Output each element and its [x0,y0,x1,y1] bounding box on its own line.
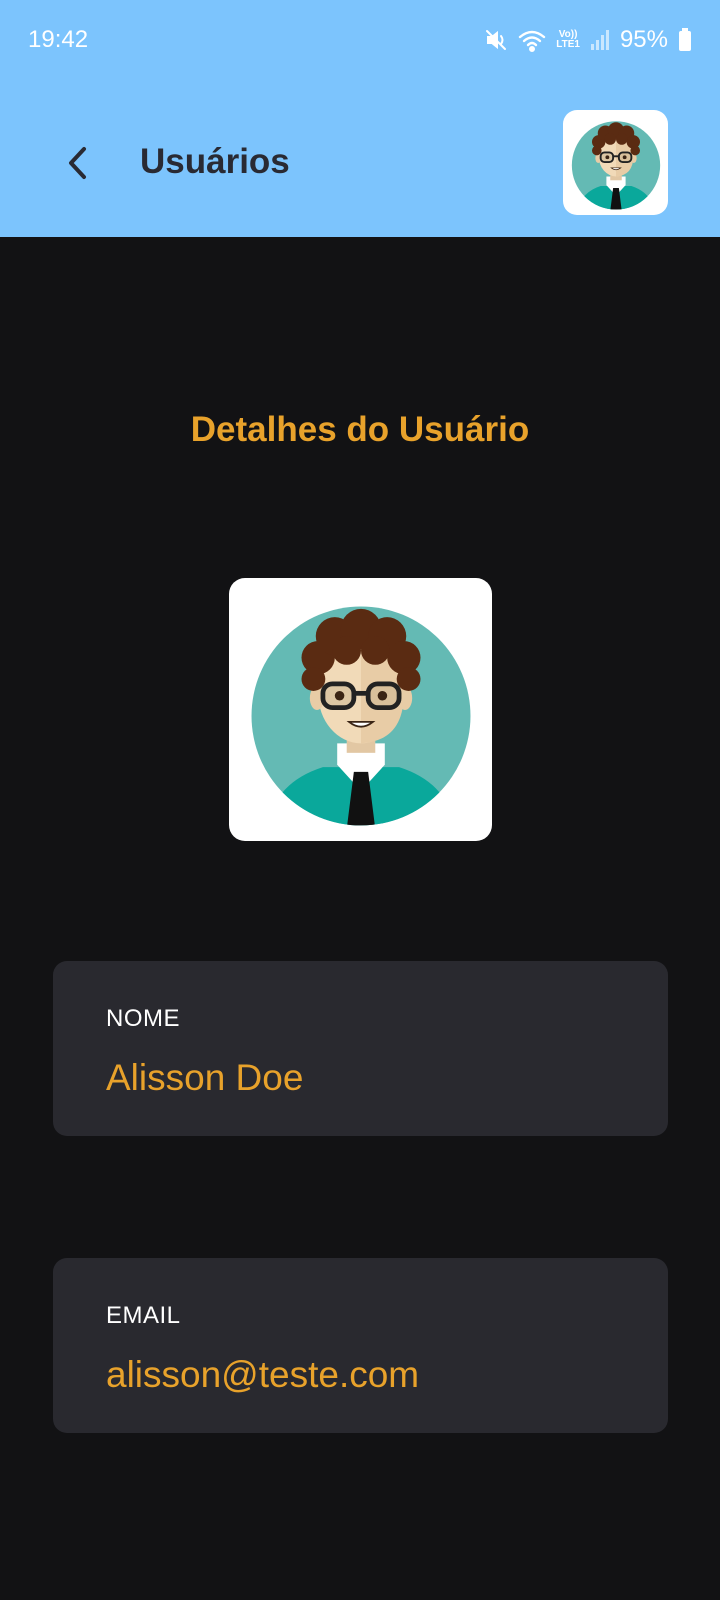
battery-icon [678,28,692,52]
avatar-illustration [242,591,480,829]
user-avatar [229,578,492,841]
header-avatar[interactable] [563,110,668,215]
signal-icon [590,29,610,51]
back-button[interactable] [58,138,98,188]
name-label: NOME [106,1005,180,1032]
email-card: EMAIL alisson@teste.com [53,1258,668,1433]
section-title: Detalhes do Usuário [190,410,530,449]
email-value: alisson@teste.com [106,1354,420,1395]
mute-vibrate-icon [484,28,508,52]
app-header: 19:42 Vo)) LTE1 95% Usuários [0,0,720,237]
battery-percentage: 95% [619,26,668,53]
status-icons: Vo)) LTE1 95% [484,24,692,56]
avatar-illustration [568,115,664,211]
name-value: Alisson Doe [106,1057,304,1098]
chevron-left-icon [66,145,90,181]
status-time: 19:42 [28,26,89,53]
wifi-icon [518,28,546,52]
volte-icon: Vo)) LTE1 [556,30,580,50]
email-label: EMAIL [106,1302,181,1329]
page-title: Usuários [140,142,290,181]
volte-label-bottom: LTE1 [556,39,580,50]
name-card: NOME Alisson Doe [53,961,668,1136]
